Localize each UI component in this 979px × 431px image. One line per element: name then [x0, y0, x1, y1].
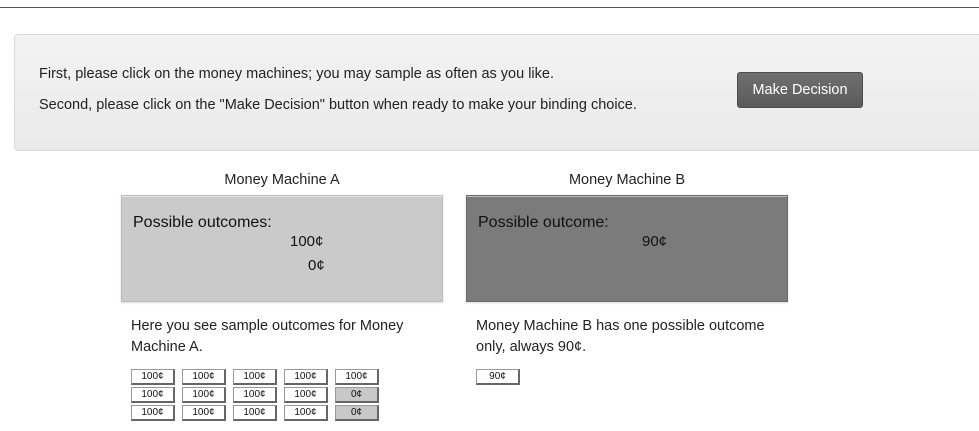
- sample-outcome: 100¢: [131, 405, 175, 421]
- sample-outcome: 100¢: [131, 369, 175, 385]
- machine-b-outcomes-label: Possible outcome:: [478, 214, 609, 231]
- machine-a-outcomes-label: Possible outcomes:: [133, 214, 272, 231]
- instruction-line-1: First, please click on the money machine…: [39, 66, 554, 82]
- sample-outcome: 100¢: [131, 387, 175, 403]
- sample-outcome: 0¢: [335, 405, 379, 421]
- money-machine-a[interactable]: Possible outcomes: 100¢ 0¢: [121, 195, 443, 302]
- instructions-panel: First, please click on the money machine…: [14, 34, 979, 151]
- machine-b-samples: 90¢: [466, 369, 788, 385]
- sample-outcome: 100¢: [182, 387, 226, 403]
- sample-outcome: 100¢: [233, 405, 277, 421]
- machine-b-description: Money Machine B has one possible outcome…: [476, 318, 765, 355]
- sample-outcome: 100¢: [182, 405, 226, 421]
- sample-outcome: 100¢: [233, 369, 277, 385]
- sample-outcome: 100¢: [182, 369, 226, 385]
- machine-a-title: Money Machine A: [224, 172, 340, 188]
- sample-outcome: 100¢: [284, 405, 328, 421]
- sample-row: 100¢ 100¢ 100¢ 100¢ 0¢: [131, 387, 443, 403]
- machine-b-title: Money Machine B: [568, 172, 686, 188]
- machine-a-description: Here you see sample outcomes for Money M…: [131, 318, 404, 355]
- sample-outcome: 100¢: [284, 369, 328, 385]
- machine-b-outcome-1: 90¢: [642, 233, 668, 250]
- make-decision-button[interactable]: Make Decision: [737, 72, 863, 108]
- sample-outcome: 100¢: [284, 387, 328, 403]
- machine-a-column: Money Machine A Possible outcomes: 100¢ …: [121, 165, 443, 423]
- top-divider: [0, 7, 979, 8]
- machine-a-samples: 100¢ 100¢ 100¢ 100¢ 100¢ 100¢ 100¢ 100¢ …: [121, 369, 443, 421]
- sample-outcome: 100¢: [233, 387, 277, 403]
- sample-outcome: 100¢: [335, 369, 379, 385]
- instruction-line-2: Second, please click on the "Make Decisi…: [39, 97, 637, 113]
- sample-row: 100¢ 100¢ 100¢ 100¢ 0¢: [131, 405, 443, 421]
- money-machine-b[interactable]: Possible outcome: 90¢: [466, 195, 788, 302]
- sample-outcome: 0¢: [335, 387, 379, 403]
- machine-b-column: Money Machine B Possible outcome: 90¢ Mo…: [466, 165, 788, 387]
- machine-a-outcome-1: 100¢: [290, 233, 324, 250]
- sample-outcome: 90¢: [476, 369, 520, 385]
- sample-row: 100¢ 100¢ 100¢ 100¢ 100¢: [131, 369, 443, 385]
- sample-row: 90¢: [476, 369, 788, 385]
- machine-a-outcome-2: 0¢: [308, 257, 325, 274]
